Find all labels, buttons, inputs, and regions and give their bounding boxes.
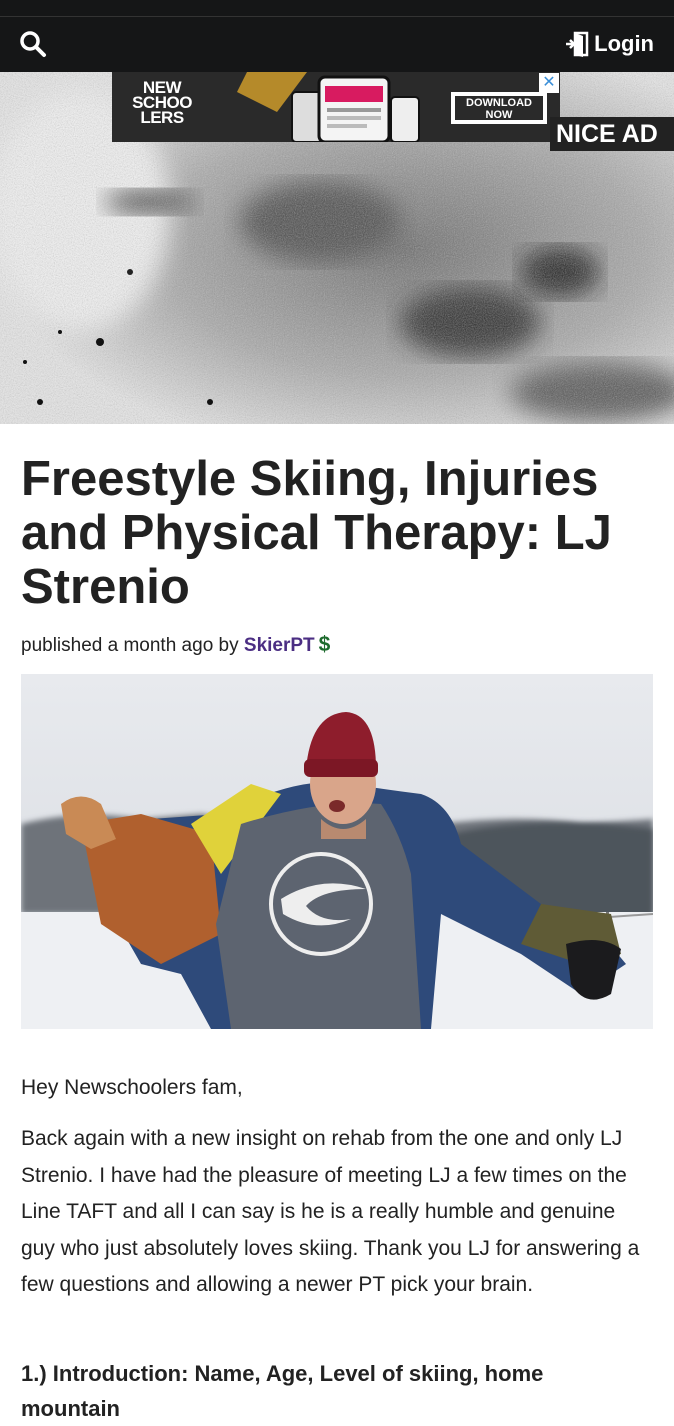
ad-close-button[interactable]: ✕	[539, 73, 559, 93]
ad-logo-line-3: LERS	[140, 108, 184, 127]
top-strip	[0, 0, 674, 17]
search-icon	[20, 31, 46, 57]
article-question-1: 1.) Introduction: Name, Age, Level of sk…	[21, 1361, 544, 1421]
dollar-badge-icon: $	[318, 633, 331, 656]
ad-banner[interactable]: NEW SCHOO LERS DOWNLOAD NOW	[112, 72, 560, 142]
ad-logo: NEW SCHOO LERS	[122, 79, 202, 127]
article-byline: published a month ago by SkierPT $	[21, 633, 330, 657]
article-photo	[21, 674, 653, 1029]
ad-download-button[interactable]: DOWNLOAD NOW	[451, 92, 547, 124]
skier-portrait-image	[21, 674, 653, 1029]
article-title: Freestyle Skiing, Injuries and Physical …	[21, 452, 612, 614]
navbar: Login	[0, 17, 674, 72]
login-door-icon	[566, 31, 589, 57]
article-intro-paragraph: Back again with a new insight on rehab f…	[21, 1127, 640, 1296]
ad-download-label: DOWNLOAD NOW	[455, 96, 543, 121]
close-icon: ✕	[542, 74, 556, 91]
login-label: Login	[594, 31, 654, 56]
byline-prefix: published a month ago by	[21, 635, 239, 656]
author-link[interactable]: SkierPT	[244, 635, 315, 656]
article-greeting: Hey Newschoolers fam,	[21, 1076, 243, 1099]
search-button[interactable]	[18, 29, 48, 59]
login-button[interactable]: Login	[565, 28, 654, 60]
nice-ad-tag: NICE AD	[550, 117, 674, 151]
ad-phones-image	[237, 72, 420, 142]
